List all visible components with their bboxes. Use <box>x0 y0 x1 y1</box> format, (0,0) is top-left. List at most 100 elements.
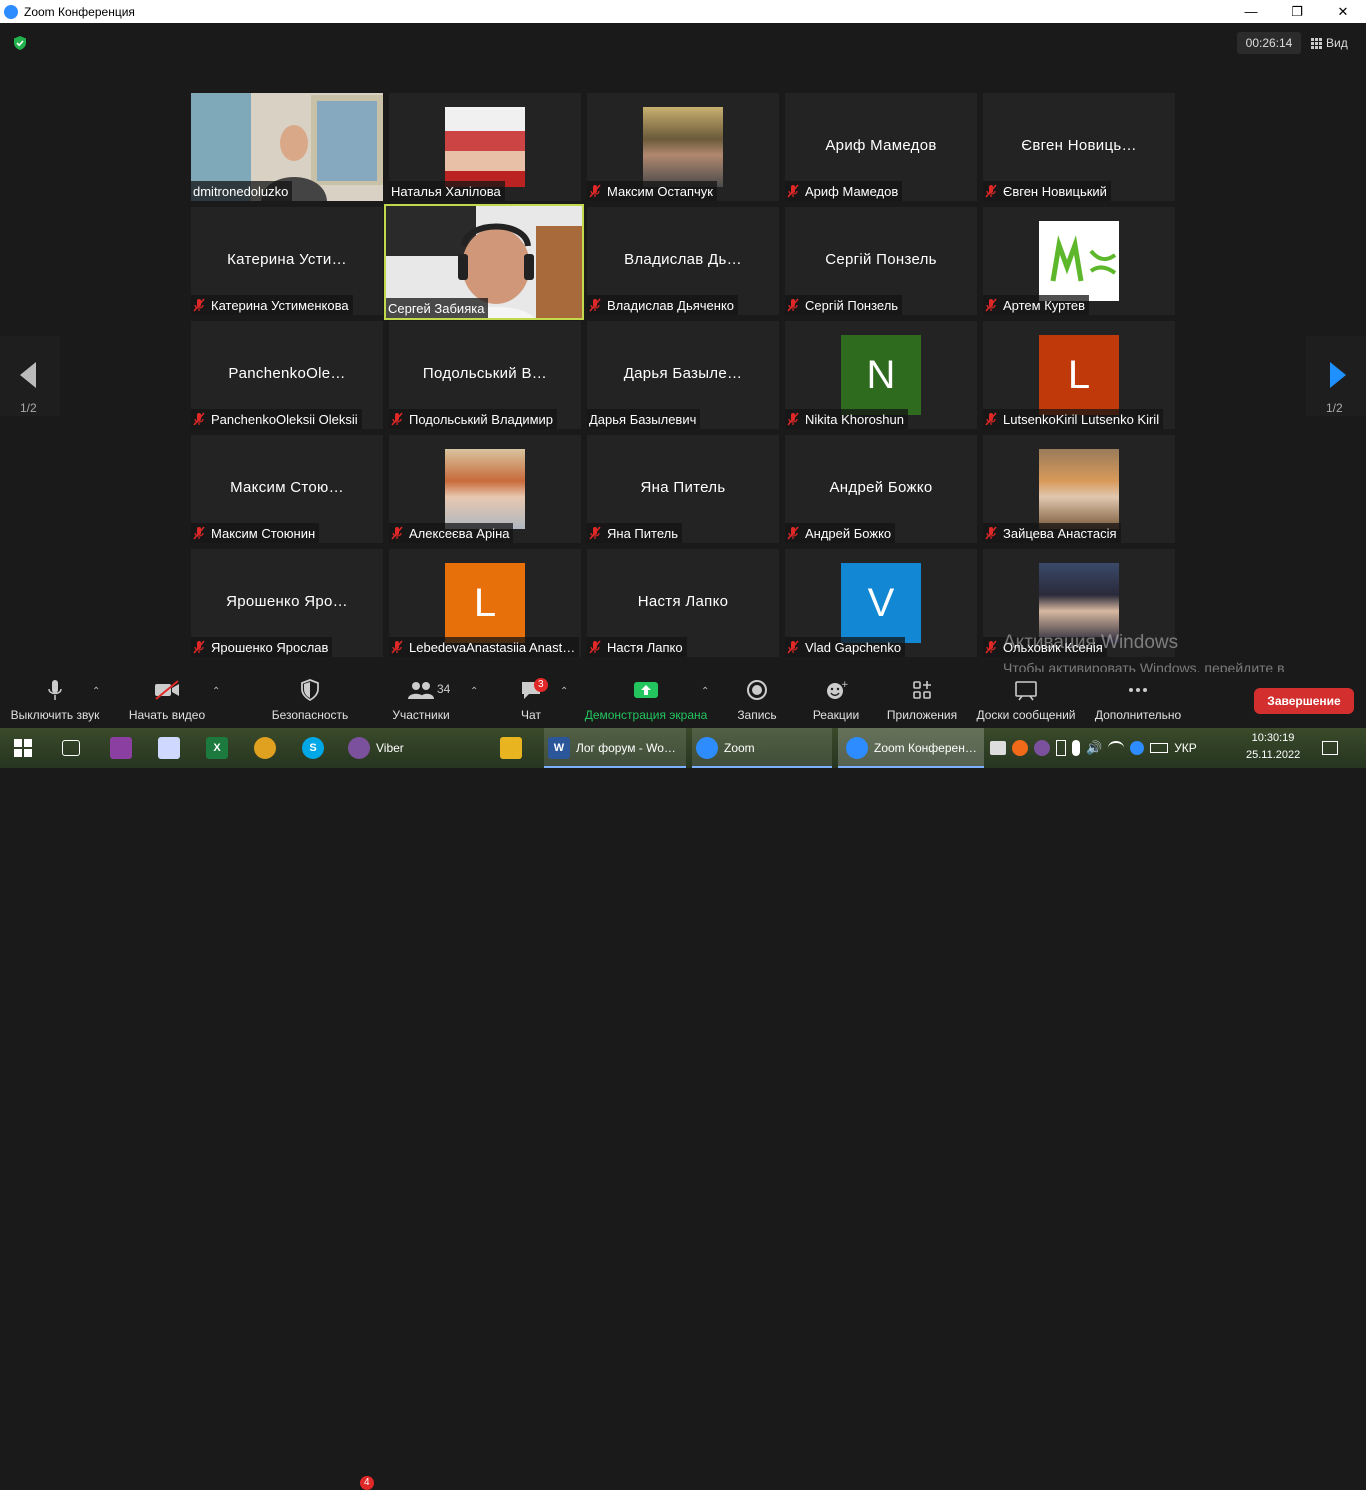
clock-date: 25.11.2022 <box>1246 749 1301 761</box>
apps-button[interactable]: Приложения <box>880 672 964 728</box>
participant-tile[interactable]: L LutsenkoKiril Lutsenko Kiril <box>983 321 1175 429</box>
volume-icon[interactable]: 🔊 <box>1086 740 1102 756</box>
whiteboards-button[interactable]: Доски сообщений <box>972 672 1080 728</box>
drive-icon[interactable] <box>990 741 1006 755</box>
participant-tile[interactable]: Андрей Божко Андрей Божко <box>785 435 977 543</box>
mute-label: Выключить звук <box>10 708 100 722</box>
muted-mic-icon <box>193 298 205 312</box>
participant-tile[interactable]: Настя Лапко Настя Лапко <box>587 549 779 657</box>
participant-tile[interactable]: Ариф Мамедов Ариф Мамедов <box>785 93 977 201</box>
zoom-label: Zoom <box>724 741 755 755</box>
tray-app-icon[interactable] <box>1012 740 1028 756</box>
participant-avatar: N <box>841 335 921 415</box>
participant-display-name: Яна Питель <box>640 479 726 496</box>
taskbar-winrar[interactable] <box>110 728 138 768</box>
taskbar-zoom-meeting[interactable]: Zoom Конферен… <box>838 728 984 768</box>
participant-tile[interactable]: Дарья Базыле… Дарья Базылевич <box>587 321 779 429</box>
usb-icon[interactable] <box>1056 740 1066 756</box>
mute-button[interactable]: Выключить звук <box>8 672 102 728</box>
participant-display-name: Андрей Божко <box>829 479 933 496</box>
arrow-right-icon <box>1330 362 1346 388</box>
participant-tile[interactable]: Катерина Усти… Катерина Устименкова <box>191 207 383 315</box>
participant-tile[interactable]: Владислав Дь… Владислав Дьяченко <box>587 207 779 315</box>
participant-tile[interactable]: dmitronedoluzko <box>191 93 383 201</box>
taskbar-viber[interactable]: Viber <box>348 728 440 768</box>
mic-tray-icon[interactable] <box>1072 740 1080 756</box>
participant-tile[interactable]: Яна Питель Яна Питель <box>587 435 779 543</box>
battery-icon[interactable] <box>1150 743 1169 753</box>
participant-name-label: Vlad Gapchenko <box>785 637 906 657</box>
participants-options-caret[interactable]: ⌃ <box>470 686 478 697</box>
participant-tile[interactable]: Подольський В… Подольський Владимир <box>389 321 581 429</box>
minimize-button[interactable]: — <box>1228 0 1274 23</box>
participants-count: 34 <box>437 682 451 696</box>
participant-avatar: V <box>841 563 921 643</box>
record-button[interactable]: Запись <box>732 672 782 728</box>
start-video-button[interactable]: Начать видео <box>122 672 212 728</box>
participant-tile[interactable]: Наталья Халілова <box>389 93 581 201</box>
chat-button[interactable]: Чат <box>506 672 556 728</box>
share-screen-button[interactable]: Демонстрация экрана <box>580 672 712 728</box>
task-view-button[interactable] <box>62 728 86 768</box>
participant-tile[interactable]: N Nikita Khoroshun <box>785 321 977 429</box>
muted-mic-icon <box>985 640 997 654</box>
taskbar-chrome[interactable] <box>254 728 282 768</box>
microphone-icon <box>48 680 62 700</box>
participant-tile[interactable]: Алексеєва Аріна <box>389 435 581 543</box>
audio-options-caret[interactable]: ⌃ <box>92 686 100 697</box>
participant-tile[interactable]: Максим Остапчук <box>587 93 779 201</box>
start-button[interactable] <box>14 728 36 768</box>
muted-mic-icon <box>787 640 799 654</box>
participant-tile[interactable]: Ярошенко Яро… Ярошенко Ярослав <box>191 549 383 657</box>
folder-icon <box>500 737 522 759</box>
reactions-button[interactable]: + Реакции <box>806 672 866 728</box>
participant-tile[interactable]: PanchenkoOle… PanchenkoOleksii Oleksii <box>191 321 383 429</box>
end-meeting-button[interactable]: Завершение <box>1254 688 1354 714</box>
security-button[interactable]: Безопасность <box>262 672 358 728</box>
window-title: Zoom Конференция <box>24 4 135 19</box>
language-indicator[interactable]: УКР <box>1174 741 1197 755</box>
participant-logo <box>1039 221 1119 301</box>
maximize-button[interactable]: ❐ <box>1274 0 1320 23</box>
participant-tile[interactable]: L LebedevaAnastasiia Anast… <box>389 549 581 657</box>
participant-name-label: Сергій Понзель <box>785 295 903 315</box>
participant-name-label: Наталья Халілова <box>389 181 505 201</box>
taskbar-excel[interactable]: X <box>206 728 234 768</box>
muted-mic-icon <box>787 184 799 198</box>
taskbar-app-blue[interactable] <box>158 728 186 768</box>
share-options-caret[interactable]: ⌃ <box>701 686 709 697</box>
more-button[interactable]: Дополнительно <box>1090 672 1186 728</box>
security-shield-icon[interactable] <box>12 35 28 51</box>
winrar-icon <box>110 737 132 759</box>
taskbar-explorer[interactable] <box>500 728 528 768</box>
viber-tray-icon[interactable] <box>1034 740 1050 756</box>
share-screen-icon <box>634 682 658 698</box>
participant-name-label: Максим Стоюнин <box>191 523 320 543</box>
participant-name-label: Яна Питель <box>587 523 682 543</box>
notifications-button[interactable] <box>1322 728 1338 768</box>
taskbar-word[interactable]: W Лог форум - Wo… <box>544 728 686 768</box>
record-icon <box>747 680 767 700</box>
grid-view-icon <box>1311 37 1322 49</box>
participants-button[interactable]: Участники <box>380 672 462 728</box>
participant-tile[interactable]: Артем Куртев <box>983 207 1175 315</box>
close-button[interactable]: ✕ <box>1320 0 1366 23</box>
muted-mic-icon <box>391 640 403 654</box>
app-icon <box>158 737 180 759</box>
zoom-tray-icon[interactable] <box>1130 741 1145 755</box>
participant-tile[interactable]: Максим Стою… Максим Стоюнин <box>191 435 383 543</box>
view-button[interactable]: Вид <box>1311 32 1348 54</box>
taskbar-zoom[interactable]: Zoom <box>692 728 832 768</box>
chat-options-caret[interactable]: ⌃ <box>560 686 568 697</box>
zoom-meeting-icon <box>846 737 868 759</box>
wifi-icon[interactable] <box>1108 741 1125 755</box>
participant-tile[interactable]: V Vlad Gapchenko <box>785 549 977 657</box>
taskbar-clock[interactable]: 10:30:19 25.11.2022 <box>1246 730 1300 764</box>
participant-tile[interactable]: Зайцева Анастасія <box>983 435 1175 543</box>
meeting-toolbar: Выключить звук ⌃ Начать видео ⌃ Безопасн… <box>0 672 1366 728</box>
participant-tile[interactable]: Сергій Понзель Сергій Понзель <box>785 207 977 315</box>
participant-tile[interactable]: Євген Новиць… Євген Новицький <box>983 93 1175 201</box>
video-options-caret[interactable]: ⌃ <box>212 686 220 697</box>
taskbar-skype[interactable]: S <box>302 728 330 768</box>
participant-tile[interactable]: Сергей Забияка <box>384 204 584 320</box>
